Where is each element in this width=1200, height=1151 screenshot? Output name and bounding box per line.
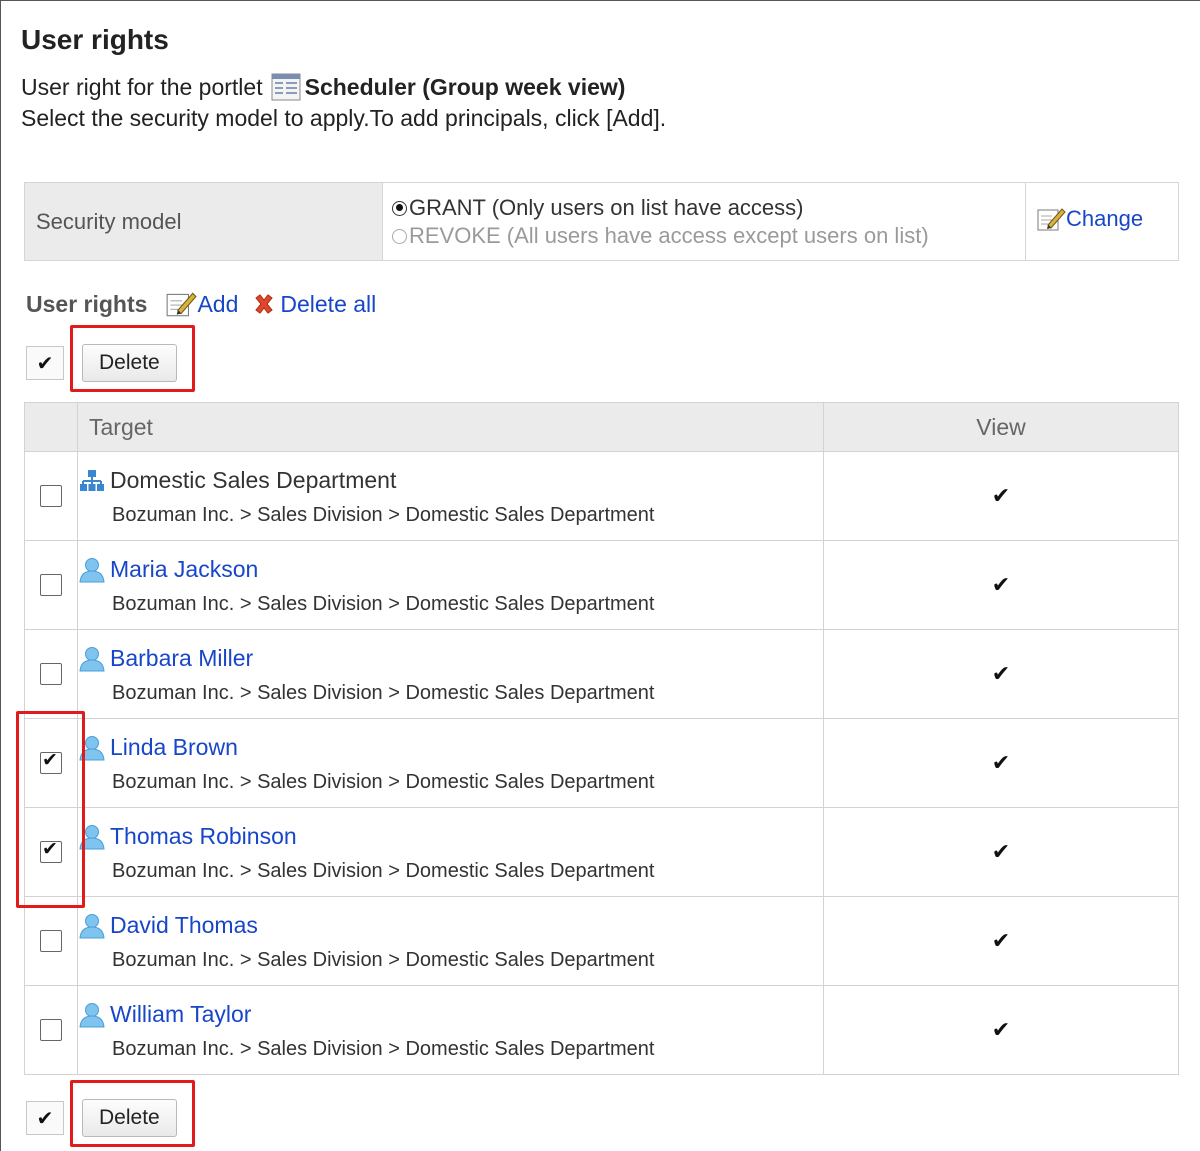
organization-icon — [80, 469, 104, 491]
target-name-line: Maria Jackson — [78, 555, 823, 585]
delete-all-link[interactable]: Delete all — [252, 291, 376, 318]
target-cell: Linda Brown Bozuman Inc. > Sales Division… — [77, 718, 824, 808]
row-checkbox-cell — [24, 540, 78, 630]
option-grant[interactable]: GRANT (Only users on list have access) — [392, 194, 1025, 222]
user-link[interactable]: Thomas Robinson — [110, 823, 297, 850]
row-checkbox-cell — [24, 629, 78, 719]
organization-path: Bozuman Inc. > Sales Division > Domestic… — [112, 681, 655, 704]
target-name-line: Linda Brown — [78, 733, 823, 763]
page-title: User rights — [21, 24, 169, 55]
row-checkbox[interactable] — [40, 1019, 62, 1041]
target-name-line: David Thomas — [78, 911, 823, 941]
organization-path: Bozuman Inc. > Sales Division > Domestic… — [112, 859, 655, 882]
row-checkbox-cell — [24, 985, 78, 1075]
view-permission-check: ✔ — [823, 807, 1179, 897]
change-cell: Change — [1025, 182, 1179, 261]
table-row: Domestic Sales Department Bozuman Inc. > … — [24, 451, 1179, 541]
user-link[interactable]: Barbara Miller — [110, 645, 253, 672]
table-row: Linda Brown Bozuman Inc. > Sales Division… — [24, 718, 1179, 808]
close-icon — [255, 294, 274, 314]
table-row: William Taylor Bozuman Inc. > Sales Divis… — [24, 985, 1179, 1075]
organization-path: Bozuman Inc. > Sales Division > Domestic… — [112, 592, 655, 615]
view-permission-check: ✔ — [823, 629, 1179, 719]
add-link[interactable]: Add — [165, 290, 238, 318]
portlet-name: Scheduler (Group week view) — [304, 73, 626, 100]
user-rights-header: User rights Add Delete all — [26, 290, 390, 318]
target-cell: Thomas Robinson Bozuman Inc. > Sales Divi… — [77, 807, 824, 897]
revoke-radio[interactable] — [392, 228, 407, 244]
grant-radio[interactable] — [392, 200, 407, 216]
view-permission-check: ✔ — [823, 718, 1179, 808]
user-link[interactable]: Linda Brown — [110, 734, 238, 761]
option-revoke[interactable]: REVOKE (All users have access except use… — [392, 222, 1025, 250]
portlet-prefix: User right for the portlet — [21, 73, 263, 100]
target-cell: Barbara Miller Bozuman Inc. > Sales Divis… — [77, 629, 824, 719]
user-link[interactable]: William Taylor — [110, 1001, 251, 1028]
user-icon — [79, 913, 105, 938]
change-link[interactable]: Change — [1036, 206, 1143, 232]
header-checkbox-col — [24, 402, 78, 452]
header-target: Target — [77, 402, 824, 452]
user-rights-heading: User rights — [26, 290, 148, 317]
portlet-description: User right for the portlet Scheduler (Gr… — [21, 73, 625, 101]
organization-path: Bozuman Inc. > Sales Division > Domestic… — [112, 770, 655, 793]
header-view: View — [823, 402, 1179, 452]
target-cell: Domestic Sales Department Bozuman Inc. > … — [77, 451, 824, 541]
change-label: Change — [1066, 205, 1144, 231]
user-link[interactable]: Maria Jackson — [110, 556, 258, 583]
security-model-label: Security model — [24, 182, 383, 261]
table-row: Thomas Robinson Bozuman Inc. > Sales Divi… — [24, 807, 1179, 897]
target-cell: Maria Jackson Bozuman Inc. > Sales Divisi… — [77, 540, 824, 630]
security-model-options: GRANT (Only users on list have access) R… — [382, 182, 1026, 261]
row-checkbox[interactable] — [40, 663, 62, 685]
user-icon — [79, 557, 105, 582]
target-name-line: Thomas Robinson — [78, 822, 823, 852]
target-name-line: Domestic Sales Department — [78, 466, 823, 496]
highlight-delete-top — [70, 325, 195, 392]
target-cell: David Thomas Bozuman Inc. > Sales Divisio… — [77, 896, 824, 986]
table-row: David Thomas Bozuman Inc. > Sales Divisio… — [24, 896, 1179, 986]
delete-all-label: Delete all — [280, 290, 377, 317]
grant-label: GRANT (Only users on list have access) — [409, 194, 804, 220]
row-checkbox[interactable] — [40, 930, 62, 952]
view-permission-check: ✔ — [823, 896, 1179, 986]
edit-icon — [167, 292, 198, 317]
view-permission-check: ✔ — [823, 985, 1179, 1075]
view-permission-check: ✔ — [823, 540, 1179, 630]
organization-path: Bozuman Inc. > Sales Division > Domestic… — [112, 1037, 655, 1060]
highlight-selected-rows — [16, 711, 85, 908]
user-link[interactable]: David Thomas — [110, 912, 258, 939]
view-permission-check: ✔ — [823, 451, 1179, 541]
user-icon — [79, 646, 105, 671]
check-all-button-bottom[interactable]: ✔ — [26, 1101, 64, 1135]
edit-icon — [1037, 207, 1066, 230]
instructions-text: Select the security model to apply.To ad… — [21, 105, 667, 131]
check-all-button-top[interactable]: ✔ — [26, 346, 64, 380]
table-row: Barbara Miller Bozuman Inc. > Sales Divis… — [24, 629, 1179, 719]
table-row: Maria Jackson Bozuman Inc. > Sales Divisi… — [24, 540, 1179, 630]
target-cell: William Taylor Bozuman Inc. > Sales Divis… — [77, 985, 824, 1075]
target-name-line: William Taylor — [78, 1000, 823, 1030]
organization-path: Bozuman Inc. > Sales Division > Domestic… — [112, 503, 655, 526]
organization-name: Domestic Sales Department — [110, 467, 397, 493]
row-checkbox[interactable] — [40, 485, 62, 507]
target-name-line: Barbara Miller — [78, 644, 823, 674]
highlight-delete-bottom — [70, 1080, 195, 1147]
table-header-row: Target View — [24, 402, 1179, 452]
row-checkbox-cell — [24, 896, 78, 986]
portlet-scheduler-icon — [271, 73, 301, 101]
organization-path: Bozuman Inc. > Sales Division > Domestic… — [112, 948, 655, 971]
row-checkbox-cell — [24, 451, 78, 541]
row-checkbox[interactable] — [40, 574, 62, 596]
rights-table: Target View Domestic Sales Department Boz… — [24, 402, 1179, 1075]
add-label: Add — [197, 290, 239, 317]
user-icon — [79, 1002, 105, 1027]
security-model-table: Security model GRANT (Only users on list… — [24, 182, 1179, 261]
revoke-label: REVOKE (All users have access except use… — [409, 222, 929, 248]
